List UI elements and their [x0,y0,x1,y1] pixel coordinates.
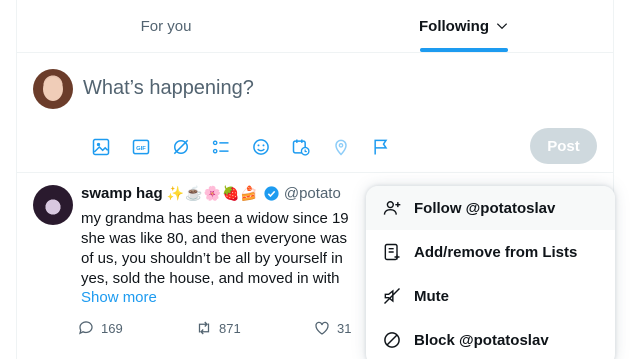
show-more-link[interactable]: Show more [81,289,157,306]
menu-item-lists[interactable]: Add/remove from Lists [366,230,615,274]
svg-text:GIF: GIF [136,146,146,152]
menu-item-mute[interactable]: Mute [366,274,615,318]
chevron-down-icon[interactable] [495,19,509,33]
tweet-composer: What’s happening? GIF Post [17,53,613,173]
timeline-tabs: For you Following [17,0,613,53]
tab-for-you[interactable]: For you [17,0,315,52]
repost-button[interactable]: 871 [195,319,313,337]
tweet-more-menu: Follow @potatoslav Add/remove from Lists… [366,186,615,359]
menu-item-block[interactable]: Block @potatoslav [366,318,615,359]
post-button[interactable]: Post [530,128,597,164]
list-add-icon [384,243,400,261]
compose-input[interactable]: What’s happening? [83,77,254,100]
location-icon[interactable] [321,131,361,163]
verified-badge-icon [264,186,279,201]
follow-icon [383,201,401,215]
tab-label: For you [140,17,192,35]
flag-icon[interactable] [361,131,401,163]
poll-icon[interactable] [201,131,241,163]
menu-item-label: Follow @potatoslav [414,199,556,217]
reply-count: 169 [101,320,123,336]
block-icon [384,332,400,348]
avatar[interactable] [33,69,73,109]
timeline-column: For you Following What’s happening? GIF [16,0,615,359]
name-emoji: ✨☕🌸🍓🍰 [166,185,259,201]
avatar[interactable] [33,185,73,225]
media-icon[interactable] [81,131,121,163]
mute-icon [383,287,401,305]
reply-button[interactable]: 169 [77,319,195,337]
display-name[interactable]: swamp hag [81,185,163,202]
handle[interactable]: @potato [284,185,341,202]
reply-icon [79,321,93,335]
tab-label: Following [419,17,489,35]
repost-icon [198,321,210,335]
tweet-header: swamp hag ✨☕🌸🍓🍰 @potato [81,185,341,202]
heart-icon [315,321,329,335]
menu-item-label: Block @potatoslav [414,331,549,349]
composer-toolbar: GIF [81,131,401,163]
active-tab-indicator [420,48,508,52]
menu-item-label: Add/remove from Lists [414,243,578,261]
emoji-icon[interactable] [241,131,281,163]
repost-count: 871 [219,320,241,336]
like-count: 31 [337,320,352,336]
grok-icon[interactable] [161,131,201,163]
menu-item-follow[interactable]: Follow @potatoslav [366,186,615,230]
tab-following[interactable]: Following [315,0,613,52]
gif-icon[interactable]: GIF [121,131,161,163]
menu-item-label: Mute [414,287,449,305]
schedule-icon[interactable] [281,131,321,163]
